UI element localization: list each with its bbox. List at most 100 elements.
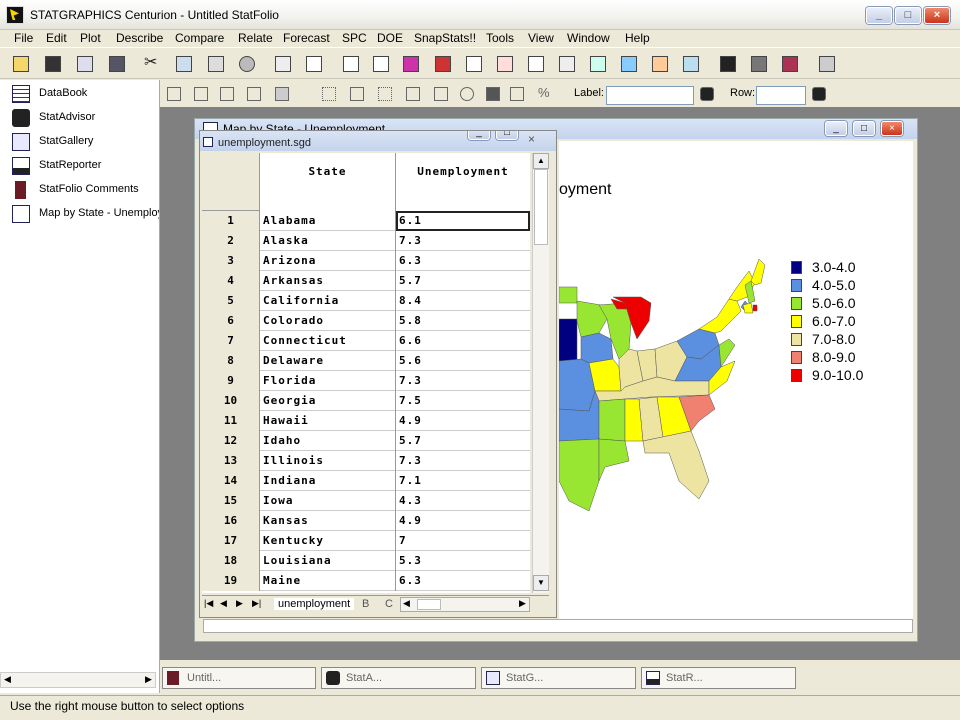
menu-snapstats[interactable]: SnapStats!!	[414, 31, 476, 45]
menu-compare[interactable]: Compare	[175, 31, 224, 45]
table-row[interactable]: 15 Iowa 4.3	[202, 491, 530, 511]
table-row[interactable]: 1 Alabama 6.1	[202, 211, 530, 231]
save-all-icon[interactable]	[106, 53, 128, 75]
cell-state[interactable]: Kansas	[260, 511, 396, 531]
find-label-binoculars-icon[interactable]	[698, 85, 716, 103]
datasheet-icon[interactable]	[74, 53, 96, 75]
datasheet-maximize-button[interactable]: □	[496, 131, 518, 140]
table-row[interactable]: 8 Delaware 5.6	[202, 351, 530, 371]
vertical-scrollbar[interactable]: ▲ ▼	[532, 153, 549, 593]
menu-window[interactable]: Window	[567, 31, 610, 45]
menu-help[interactable]: Help	[625, 31, 650, 45]
scroll-left-arrow-icon[interactable]: ◀	[4, 674, 11, 685]
map-close-button[interactable]: ×	[881, 121, 903, 136]
delete-column-icon[interactable]	[218, 85, 236, 103]
table-row[interactable]: 14 Indiana 7.1	[202, 471, 530, 491]
cell-state[interactable]: Arizona	[260, 251, 396, 271]
cell-state[interactable]: Hawaii	[260, 411, 396, 431]
cell-unemployment[interactable]: 6.3	[396, 251, 530, 271]
column-header-unemployment[interactable]: Unemployment	[396, 153, 530, 211]
scroll-right-arrow-icon[interactable]: ▶	[145, 674, 152, 685]
cell-state[interactable]: Connecticut	[260, 331, 396, 351]
scroll-up-arrow-icon[interactable]: ▲	[533, 153, 549, 169]
statadvisor-tool-icon[interactable]	[717, 53, 739, 75]
cell-unemployment[interactable]: 4.9	[396, 411, 530, 431]
scatterplot-icon[interactable]	[340, 53, 362, 75]
table-row[interactable]: 16 Kansas 4.9	[202, 511, 530, 531]
print-preview-icon[interactable]	[303, 53, 325, 75]
label-points-icon[interactable]	[348, 85, 366, 103]
map-window-input-strip[interactable]	[203, 619, 913, 633]
cell-state[interactable]: Colorado	[260, 311, 396, 331]
forecast-chart-icon[interactable]	[649, 53, 671, 75]
close-button[interactable]: ×	[924, 7, 950, 24]
cell-state[interactable]: Florida	[260, 371, 396, 391]
label-input[interactable]	[606, 86, 694, 105]
table-row[interactable]: 11 Hawaii 4.9	[202, 411, 530, 431]
nav-item-statadvisor[interactable]: StatAdvisor	[12, 108, 162, 128]
row-number[interactable]: 7	[202, 331, 260, 351]
cell-unemployment[interactable]: 6.1	[396, 211, 530, 231]
cell-unemployment[interactable]: 5.6	[396, 351, 530, 371]
row-number[interactable]: 6	[202, 311, 260, 331]
scroll-down-arrow-icon[interactable]: ▼	[533, 575, 549, 591]
task-statgallery[interactable]: StatG...	[481, 667, 636, 689]
data-grid[interactable]: State Unemployment 1 Alabama 6.1 2 Alaska 7.3…	[202, 153, 530, 593]
cell-state[interactable]: Iowa	[260, 491, 396, 511]
row-number[interactable]: 1	[202, 211, 260, 231]
cell-unemployment[interactable]: 5.7	[396, 431, 530, 451]
cell-unemployment[interactable]: 7	[396, 531, 530, 551]
cell-unemployment[interactable]: 7.3	[396, 451, 530, 471]
cell-unemployment[interactable]: 7.3	[396, 231, 530, 251]
table-row[interactable]: 2 Alaska 7.3	[202, 231, 530, 251]
column-header-state[interactable]: State	[260, 153, 396, 211]
h-scroll-thumb[interactable]	[417, 599, 441, 610]
datasheet-titlebar[interactable]: unemployment.sgd _ □ ×	[200, 131, 556, 151]
horizontal-scrollbar[interactable]: ◀ ▶	[400, 597, 530, 612]
lab-flask-icon[interactable]	[748, 53, 770, 75]
cell-unemployment[interactable]: 5.7	[396, 271, 530, 291]
trash-icon[interactable]	[273, 85, 291, 103]
cell-state[interactable]: Indiana	[260, 471, 396, 491]
table-row[interactable]: 7 Connecticut 6.6	[202, 331, 530, 351]
map-minimize-button[interactable]: _	[825, 121, 847, 136]
histogram-icon[interactable]	[587, 53, 609, 75]
row-number[interactable]: 3	[202, 251, 260, 271]
cell-state[interactable]: Alabama	[260, 211, 396, 231]
bar-chart-icon[interactable]	[432, 53, 454, 75]
row-number[interactable]: 13	[202, 451, 260, 471]
row-number[interactable]: 9	[202, 371, 260, 391]
table-row[interactable]: 12 Idaho 5.7	[202, 431, 530, 451]
nav-item-statfolio-comments[interactable]: StatFolio Comments	[12, 180, 162, 200]
insert-column-icon[interactable]	[165, 85, 183, 103]
datasheet-window[interactable]: unemployment.sgd _ □ × State Unemploymen…	[199, 130, 557, 618]
cell-unemployment[interactable]: 6.3	[396, 571, 530, 591]
row-number[interactable]: 5	[202, 291, 260, 311]
identify-icon[interactable]	[508, 85, 526, 103]
cell-unemployment[interactable]: 7.5	[396, 391, 530, 411]
menu-forecast[interactable]: Forecast	[283, 31, 330, 45]
menu-edit[interactable]: Edit	[46, 31, 67, 45]
nav-item-map-by-state[interactable]: Map by State - Unemploy	[12, 204, 162, 224]
prev-sheet-icon[interactable]: ◀	[220, 598, 227, 609]
menu-tools[interactable]: Tools	[486, 31, 514, 45]
nav-item-databook[interactable]: DataBook	[12, 84, 162, 104]
paste-icon[interactable]	[205, 53, 227, 75]
list-icon[interactable]	[556, 53, 578, 75]
table-icon[interactable]	[370, 53, 392, 75]
find-row-binoculars-icon[interactable]	[810, 85, 828, 103]
datasheet-minimize-button[interactable]: _	[468, 131, 490, 140]
cell-state[interactable]: Delaware	[260, 351, 396, 371]
fill-pattern-icon[interactable]	[484, 85, 502, 103]
row-number[interactable]: 15	[202, 491, 260, 511]
nav-item-statreporter[interactable]: StatReporter	[12, 156, 162, 176]
cell-unemployment[interactable]: 8.4	[396, 291, 530, 311]
copy-icon[interactable]	[173, 53, 195, 75]
table-row[interactable]: 10 Georgia 7.5	[202, 391, 530, 411]
zoom-icon[interactable]	[458, 85, 476, 103]
row-number[interactable]: 17	[202, 531, 260, 551]
insert-row-icon[interactable]	[192, 85, 210, 103]
menu-plot[interactable]: Plot	[80, 31, 101, 45]
row-number[interactable]: 12	[202, 431, 260, 451]
print-icon[interactable]	[272, 53, 294, 75]
